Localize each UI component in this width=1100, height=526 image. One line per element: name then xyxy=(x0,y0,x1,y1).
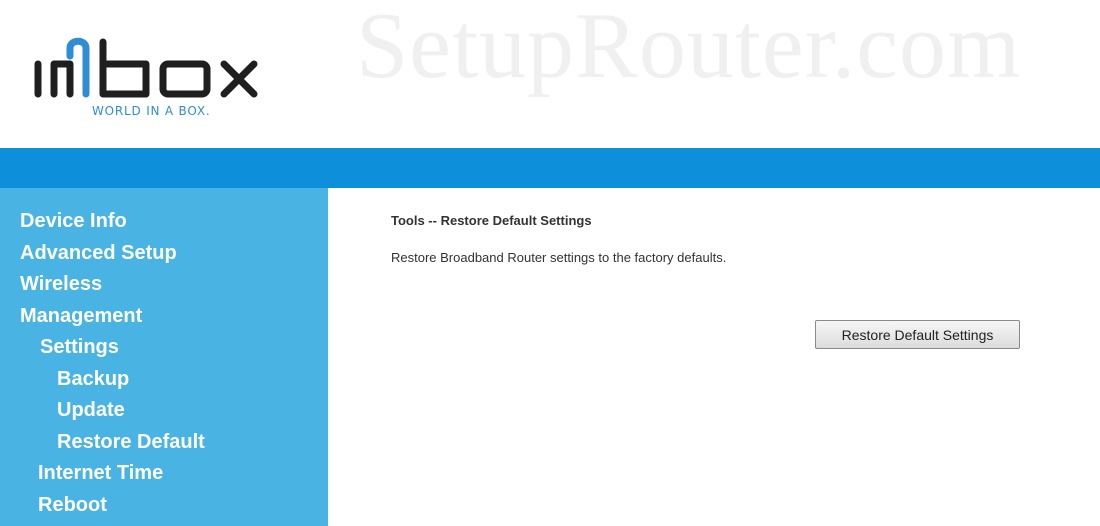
sidebar-item-device-info[interactable]: Device Info xyxy=(0,206,328,238)
sidebar-item-management[interactable]: Management xyxy=(0,301,328,333)
sidebar-menu: Device Info Advanced Setup Wireless Mana… xyxy=(0,188,328,521)
sidebar-item-internet-time[interactable]: Internet Time xyxy=(0,458,328,490)
sidebar-item-reboot[interactable]: Reboot xyxy=(0,490,328,522)
restore-default-settings-button[interactable]: Restore Default Settings xyxy=(815,320,1020,349)
sidebar-item-backup[interactable]: Backup xyxy=(0,364,328,396)
page-title: Tools -- Restore Default Settings xyxy=(391,213,592,228)
sidebar-item-update[interactable]: Update xyxy=(0,395,328,427)
page-description: Restore Broadband Router settings to the… xyxy=(391,250,727,265)
sidebar-item-restore-default[interactable]: Restore Default xyxy=(0,427,328,459)
sidebar-item-wireless[interactable]: Wireless xyxy=(0,269,328,301)
sidebar-item-advanced-setup[interactable]: Advanced Setup xyxy=(0,238,328,270)
header: SetupRouter.com WORLD IN A BOX. xyxy=(0,0,1100,148)
top-banner xyxy=(0,148,1100,188)
main-content: Tools -- Restore Default Settings Restor… xyxy=(328,188,1100,526)
logo-tagline: WORLD IN A BOX. xyxy=(92,104,211,118)
watermark: SetupRouter.com xyxy=(356,0,1022,98)
router-admin-page: SetupRouter.com WORLD IN A BOX. Device I… xyxy=(0,0,1100,526)
sidebar-nav: Device Info Advanced Setup Wireless Mana… xyxy=(0,188,328,526)
sidebar-item-settings[interactable]: Settings xyxy=(0,332,328,364)
